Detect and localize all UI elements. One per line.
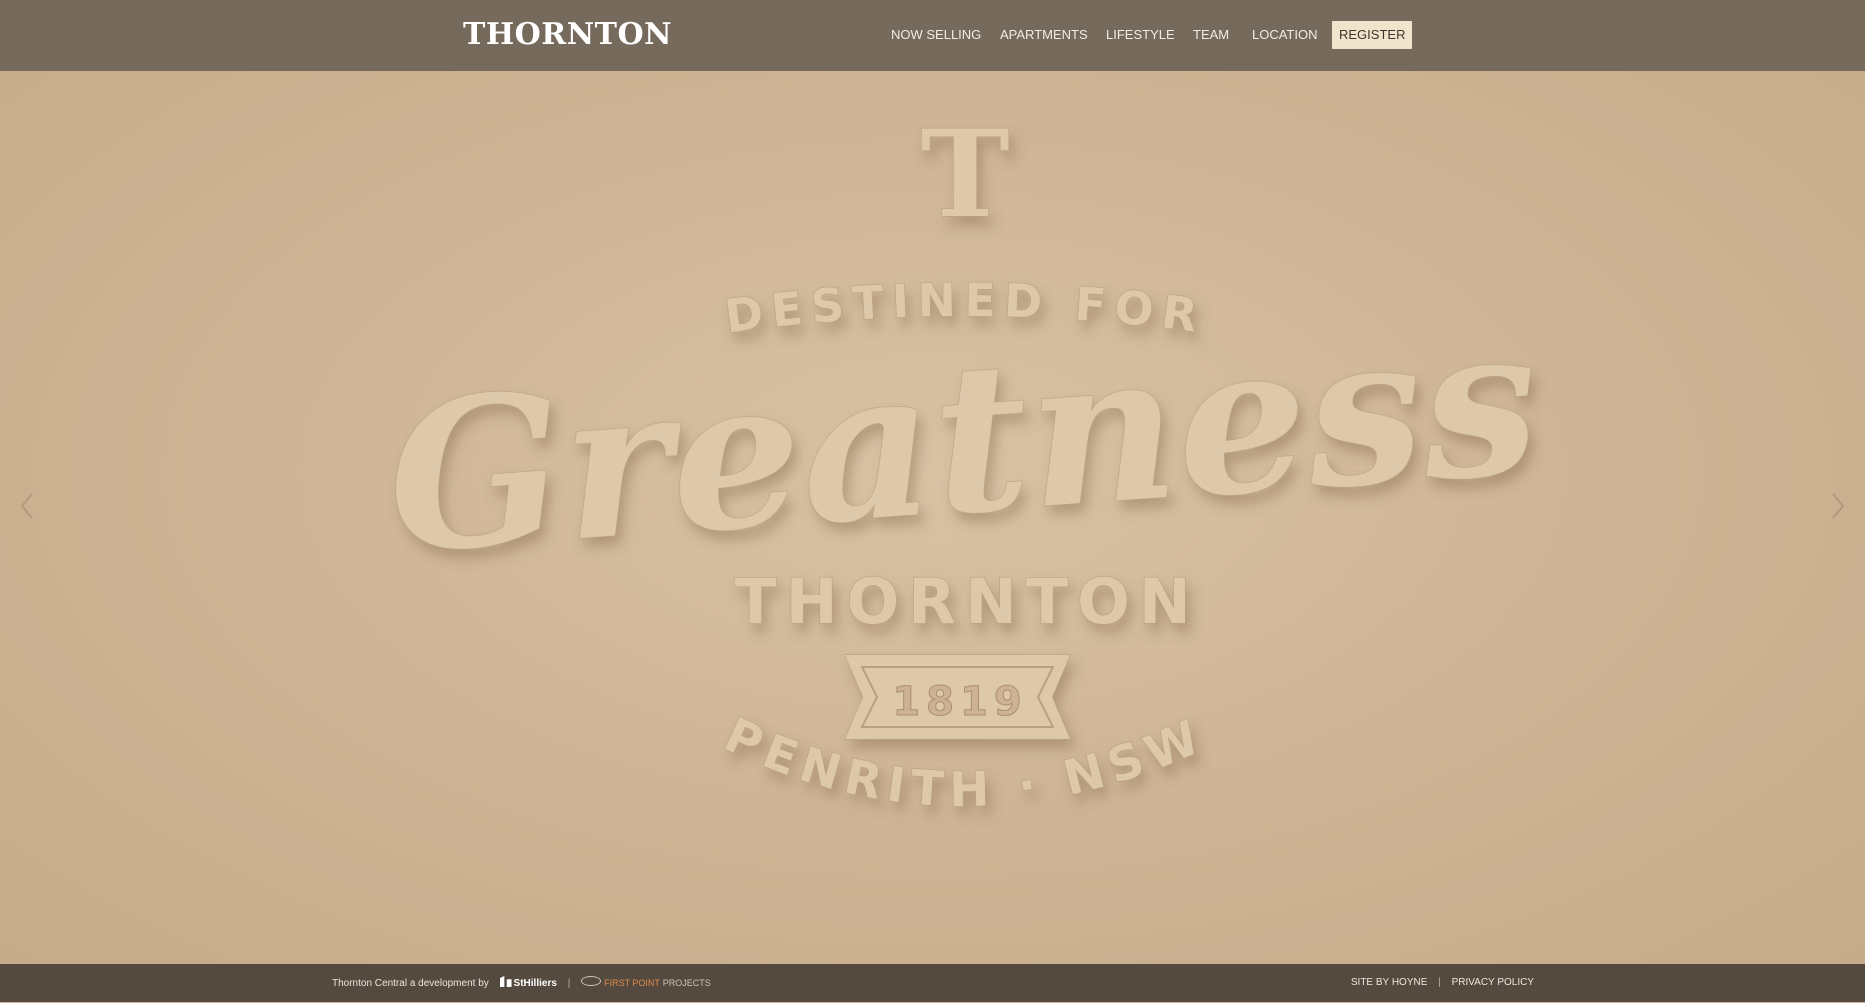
nav-location[interactable]: LOCATION — [1252, 21, 1318, 49]
chevron-left-icon — [20, 493, 33, 519]
footer-link-separator: | — [1438, 977, 1441, 988]
site-by-link[interactable]: SITE BY HOYNE — [1351, 977, 1428, 988]
first-point-label: FIRST POINT — [604, 978, 660, 988]
nav-now-selling[interactable]: NOW SELLING — [891, 21, 981, 49]
site-header: THORNTON NOW SELLING APARTMENTS LIFESTYL… — [0, 0, 1865, 71]
privacy-policy-link[interactable]: PRIVACY POLICY — [1452, 977, 1534, 988]
register-button[interactable]: REGISTER — [1332, 21, 1413, 49]
sthilliers-mark-icon — [499, 976, 512, 987]
monogram-t: T — [920, 104, 1009, 245]
credit-text: Thornton Central a development by — [332, 978, 489, 989]
infinity-icon — [581, 976, 602, 986]
nav-team[interactable]: TEAM — [1193, 21, 1229, 49]
developer-credit: Thornton Central a development by StHill… — [332, 964, 711, 1002]
hero-emblem: T DESTINED FOR Greatness THORNTON 1819 P… — [380, 103, 1546, 819]
year-text: 1819 — [892, 679, 1027, 725]
prev-slide-button[interactable] — [16, 486, 38, 526]
hero-slide: T DESTINED FOR Greatness THORNTON 1819 P… — [0, 71, 1865, 964]
sthilliers-logo[interactable]: StHilliers — [499, 976, 557, 989]
first-point-projects-logo[interactable]: FIRST POINT PROJECTS — [581, 976, 711, 989]
footer-links: SITE BY HOYNE | PRIVACY POLICY — [1351, 964, 1534, 1002]
next-slide-button[interactable] — [1827, 486, 1849, 526]
nav-lifestyle[interactable]: LIFESTYLE — [1106, 21, 1175, 49]
chevron-right-icon — [1832, 493, 1845, 519]
footer-divider: | — [567, 978, 571, 989]
site-footer: Thornton Central a development by StHill… — [0, 964, 1865, 1002]
projects-label: PROJECTS — [662, 978, 711, 988]
script-headline: Greatness — [380, 280, 1545, 600]
emblem-name: THORNTON — [734, 565, 1199, 638]
sthilliers-label: StHilliers — [513, 978, 557, 989]
nav-apartments[interactable]: APARTMENTS — [1000, 21, 1088, 49]
main-nav: NOW SELLING APARTMENTS LIFESTYLE TEAM LO… — [0, 21, 1865, 49]
